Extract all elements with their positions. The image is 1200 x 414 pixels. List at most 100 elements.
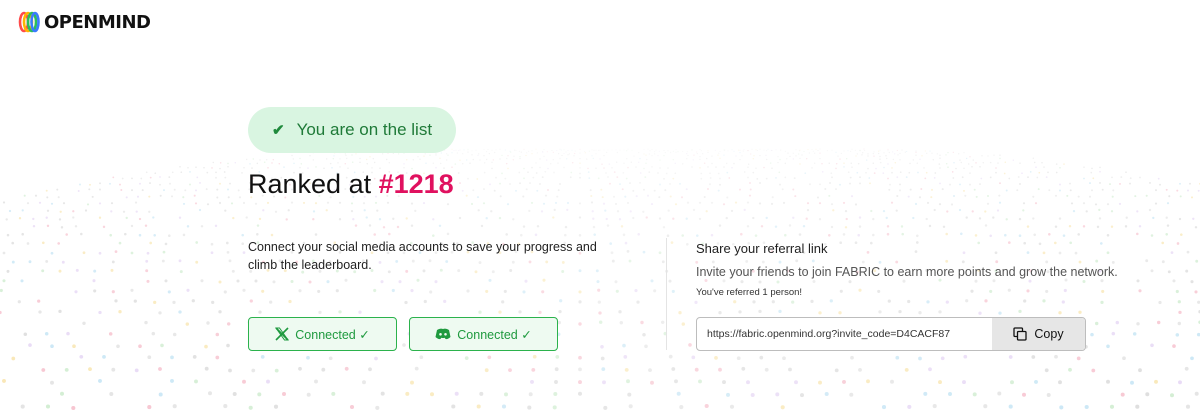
background-dot bbox=[257, 392, 262, 397]
background-dot bbox=[79, 354, 84, 359]
background-dot bbox=[354, 224, 358, 227]
x-connected-button[interactable]: Connected ✓ bbox=[248, 317, 397, 351]
background-dot bbox=[892, 151, 894, 153]
background-dot bbox=[1043, 166, 1045, 168]
background-dot bbox=[259, 159, 261, 161]
openmind-logo[interactable]: OPENMIND bbox=[18, 11, 151, 33]
background-dot bbox=[709, 172, 711, 175]
background-dot bbox=[714, 149, 716, 151]
background-dot bbox=[38, 310, 42, 314]
background-dot bbox=[1157, 177, 1160, 180]
background-dot bbox=[640, 320, 644, 325]
x-connected-label: Connected ✓ bbox=[295, 327, 370, 342]
background-dot bbox=[601, 196, 604, 199]
background-dot bbox=[1018, 217, 1022, 221]
background-dot bbox=[674, 172, 677, 175]
background-dot bbox=[476, 404, 481, 409]
copy-button[interactable]: Copy bbox=[992, 318, 1085, 350]
background-dot bbox=[672, 177, 675, 180]
background-dot bbox=[974, 279, 978, 283]
background-dot bbox=[867, 155, 869, 157]
background-dot bbox=[905, 176, 908, 178]
background-dot bbox=[675, 151, 677, 153]
background-dot bbox=[979, 166, 981, 168]
background-dot bbox=[92, 279, 96, 283]
background-dot bbox=[657, 154, 659, 157]
background-dot bbox=[634, 289, 638, 293]
discord-connected-button[interactable]: Connected ✓ bbox=[409, 317, 558, 351]
background-dot bbox=[671, 367, 676, 371]
background-dot bbox=[784, 162, 787, 165]
background-dot bbox=[339, 166, 341, 168]
background-dot bbox=[195, 260, 199, 264]
background-dot bbox=[414, 366, 419, 371]
background-dot bbox=[228, 259, 232, 263]
background-dot bbox=[241, 172, 243, 174]
background-dot bbox=[890, 379, 894, 384]
background-dot bbox=[263, 161, 266, 163]
background-dot bbox=[218, 280, 222, 284]
background-dot bbox=[299, 157, 301, 160]
background-dot bbox=[298, 366, 302, 371]
background-dot bbox=[895, 260, 899, 264]
background-dot bbox=[542, 202, 546, 205]
background-dot bbox=[1062, 234, 1066, 237]
background-dot bbox=[598, 149, 600, 151]
background-dot bbox=[568, 153, 570, 155]
background-dot bbox=[363, 209, 366, 212]
background-dot bbox=[931, 188, 933, 191]
background-dot bbox=[120, 189, 123, 191]
background-dot bbox=[366, 158, 368, 161]
background-dot bbox=[940, 356, 945, 361]
background-dot bbox=[763, 149, 765, 151]
background-dot bbox=[659, 183, 661, 186]
background-dot bbox=[34, 194, 38, 197]
background-dot bbox=[842, 379, 846, 384]
background-dot bbox=[398, 280, 402, 284]
background-dot bbox=[626, 379, 630, 384]
referral-link-field[interactable] bbox=[697, 318, 992, 350]
background-dot bbox=[1179, 195, 1182, 198]
background-dot bbox=[1129, 182, 1131, 185]
background-dot bbox=[739, 158, 741, 161]
background-dot bbox=[57, 242, 61, 245]
background-dot bbox=[172, 300, 176, 305]
background-dot bbox=[518, 310, 522, 314]
background-dot bbox=[803, 150, 805, 152]
background-dot bbox=[952, 194, 956, 198]
background-dot bbox=[458, 216, 462, 220]
background-dot bbox=[646, 158, 648, 161]
background-dot bbox=[813, 162, 816, 164]
background-dot bbox=[746, 380, 750, 385]
background-dot bbox=[287, 209, 290, 212]
background-dot bbox=[266, 379, 270, 384]
background-dot bbox=[794, 195, 797, 198]
background-dot bbox=[882, 209, 886, 213]
background-dot bbox=[672, 150, 674, 152]
background-dot bbox=[824, 188, 827, 190]
background-dot bbox=[623, 149, 625, 151]
background-dot bbox=[844, 226, 848, 229]
background-dot bbox=[816, 196, 820, 199]
background-dot bbox=[851, 148, 853, 150]
background-dot bbox=[686, 153, 688, 155]
background-dot bbox=[971, 210, 974, 213]
background-dot bbox=[121, 177, 124, 180]
background-dot bbox=[704, 278, 708, 283]
background-dot bbox=[878, 152, 880, 155]
background-dot bbox=[819, 152, 821, 154]
background-dot bbox=[598, 320, 603, 324]
background-dot bbox=[711, 162, 713, 165]
background-dot bbox=[622, 172, 625, 174]
background-dot bbox=[621, 188, 624, 191]
background-dot bbox=[1054, 194, 1058, 197]
background-dot bbox=[849, 182, 851, 185]
background-dot bbox=[808, 152, 810, 154]
background-dot bbox=[1190, 196, 1194, 199]
background-dot bbox=[21, 209, 24, 212]
background-dot bbox=[563, 152, 565, 155]
background-dot bbox=[153, 234, 156, 237]
background-dot bbox=[926, 300, 930, 304]
background-dot bbox=[102, 225, 106, 229]
background-dot bbox=[915, 241, 919, 244]
